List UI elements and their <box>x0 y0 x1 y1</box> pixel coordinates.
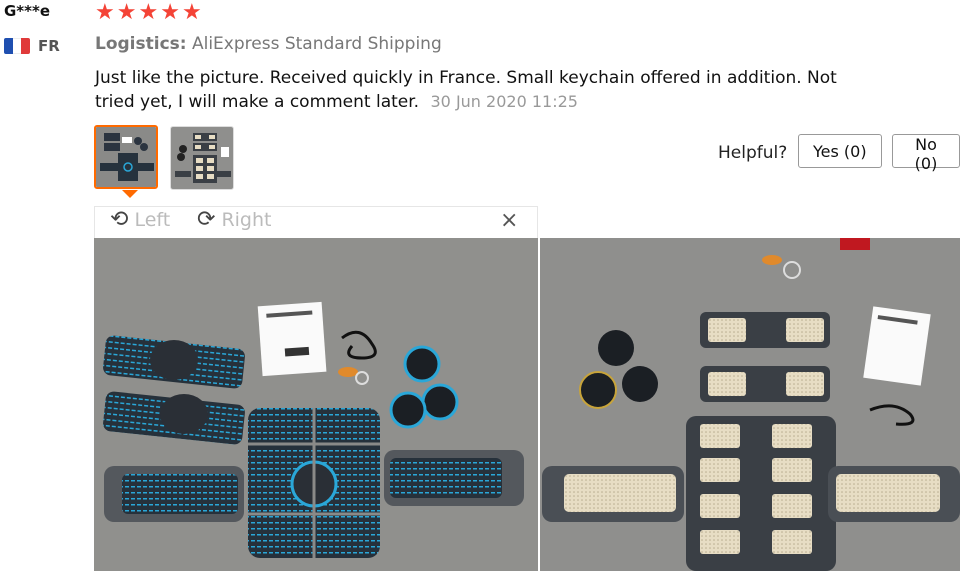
star-icon: ★ <box>138 0 159 25</box>
rating-stars: ★ ★ ★ ★ ★ <box>95 0 202 25</box>
rotate-right-label: Right <box>221 208 272 231</box>
star-icon: ★ <box>181 0 202 25</box>
helpful-label: Helpful? <box>718 143 788 163</box>
logistics-value: AliExpress Standard Shipping <box>191 34 442 54</box>
photo-gel-pads <box>540 238 960 571</box>
logistics-label: Logistics: <box>95 34 187 54</box>
review-body: Just like the picture. Received quickly … <box>95 66 855 114</box>
rotate-left-icon: ⟲ <box>110 207 129 232</box>
review-date: 30 Jun 2020 11:25 <box>430 92 578 111</box>
review-photo-second[interactable] <box>540 238 960 571</box>
france-flag-icon <box>4 38 30 54</box>
star-icon: ★ <box>95 0 115 25</box>
rotate-left-label: Left <box>134 208 171 231</box>
helpful-no-button[interactable]: No (0) <box>892 134 960 173</box>
star-icon: ★ <box>116 0 137 25</box>
reviewer-country: FR <box>38 37 60 55</box>
photo-mats-blue <box>94 238 538 571</box>
reviewer-name: G***e <box>4 2 51 20</box>
rotate-right-button[interactable]: ⟳ Right <box>197 207 271 232</box>
thumbnail-photo-pads <box>171 127 233 189</box>
logistics-info: Logistics: AliExpress Standard Shipping <box>95 34 442 54</box>
active-thumbnail-caret <box>122 190 138 198</box>
review-photo-large[interactable] <box>94 238 538 571</box>
helpful-yes-button[interactable]: Yes (0) <box>798 134 882 168</box>
thumbnail-photo-mats <box>96 127 156 187</box>
rotate-right-icon: ⟳ <box>197 207 216 232</box>
review-thumbnail-1[interactable] <box>94 125 158 189</box>
review-thumbnail-2[interactable] <box>170 126 234 190</box>
close-icon[interactable]: × <box>500 208 518 233</box>
rotate-left-button[interactable]: ⟲ Left <box>110 207 170 232</box>
star-icon: ★ <box>160 0 180 25</box>
